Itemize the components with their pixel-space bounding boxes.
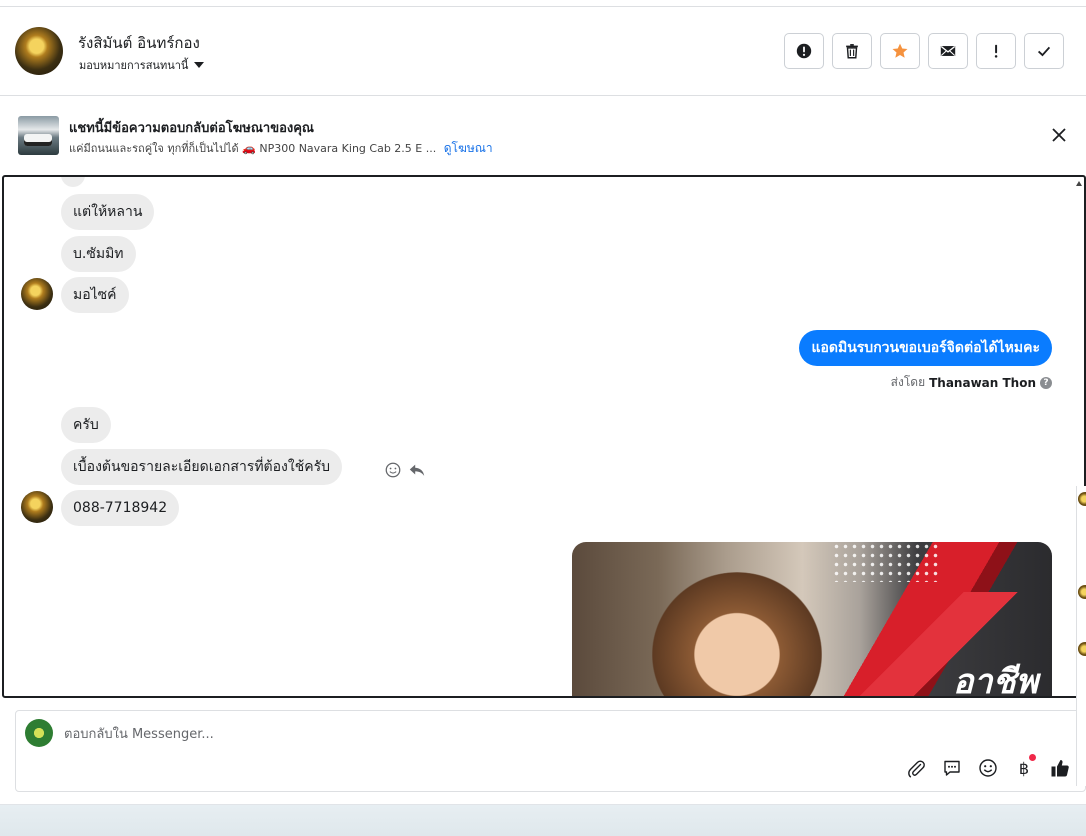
caret-down-icon [194, 62, 205, 68]
star-button[interactable] [880, 33, 920, 69]
sent-by-prefix: ส่งโดย [890, 375, 926, 389]
report-button[interactable] [784, 33, 824, 69]
incoming-message[interactable]: บ.ซัมมิท [61, 236, 136, 272]
sent-by-label: ส่งโดย Thanawan Thon ? [891, 373, 1052, 392]
ad-banner-subtitle: แค่มีถนนและรถคู่ใจ ทุกที่ก็เป็นไปได้ 🚗 N… [69, 139, 493, 158]
follow-up-button[interactable] [976, 33, 1016, 69]
window-bottom-strip [0, 804, 1086, 836]
payment-button[interactable]: ฿ [1013, 754, 1036, 779]
reply-composer: ฿ [15, 710, 1086, 792]
ad-thumbnail[interactable] [18, 116, 59, 155]
side-avatar[interactable] [1078, 492, 1086, 506]
message-hover-tools [384, 461, 426, 479]
delete-button[interactable] [832, 33, 872, 69]
like-button[interactable] [1049, 757, 1071, 779]
image-caption: อาชีพ [953, 662, 1038, 698]
reply-icon[interactable] [408, 461, 426, 479]
saved-reply-button[interactable] [941, 757, 963, 779]
emoji-icon [979, 759, 997, 777]
incoming-message[interactable]: เบื้องต้นขอรายละเอียดเอกสารที่ต้องใช้ครั… [61, 449, 342, 485]
trash-icon [846, 44, 858, 59]
sent-by-name: Thanawan Thon [929, 375, 1036, 390]
close-icon[interactable] [1050, 126, 1068, 144]
message-thread[interactable]: แต่ให้หลาน บ.ซัมมิท มอไซค์ แอดมินรบกวนขอ… [2, 175, 1086, 698]
envelope-icon [940, 45, 956, 56]
saved-reply-icon [944, 760, 960, 776]
contact-avatar-small [21, 491, 53, 523]
thumbs-up-icon [1051, 760, 1069, 777]
star-icon [892, 43, 908, 58]
assign-dropdown[interactable]: มอบหมายการสนทนานี้ [79, 56, 205, 74]
scroll-up-arrow-icon[interactable] [1076, 181, 1082, 186]
side-avatar[interactable] [1078, 585, 1086, 599]
image-dot-pattern [832, 542, 942, 582]
incoming-message[interactable]: ครับ [61, 407, 111, 443]
side-avatar[interactable] [1078, 642, 1086, 656]
image-person [652, 572, 822, 696]
contact-avatar[interactable] [15, 27, 63, 75]
contact-avatar-small [21, 278, 53, 310]
image-attachment[interactable]: อาชีพ [572, 542, 1052, 698]
incoming-message [61, 177, 85, 187]
incoming-message[interactable]: มอไซค์ [61, 277, 129, 313]
composer-tools: ฿ [905, 754, 1071, 779]
mark-unread-button[interactable] [928, 33, 968, 69]
ad-reply-banner: แชทนี้มีข้อความตอบกลับต่อโฆษณาของคุณ แค่… [0, 96, 1086, 176]
help-icon[interactable]: ? [1040, 376, 1052, 389]
incoming-message[interactable]: 088-7718942 [61, 490, 180, 526]
alert-circle-icon [796, 43, 812, 59]
conversation-header: รังสิมันต์ อินทร์กอง มอบหมายการสนทนานี้ [0, 6, 1086, 96]
assign-label: มอบหมายการสนทนานี้ [79, 59, 189, 72]
ad-banner-title: แชทนี้มีข้อความตอบกลับต่อโฆษณาของคุณ [69, 121, 314, 136]
baht-icon: ฿ [1018, 758, 1030, 778]
attach-button[interactable] [905, 757, 927, 779]
exclamation-icon [994, 44, 998, 58]
incoming-message[interactable]: แต่ให้หลาน [61, 194, 155, 230]
check-icon [1037, 46, 1051, 57]
contact-name[interactable]: รังสิมันต์ อินทร์กอง [78, 31, 200, 55]
ad-subtitle-text: แค่มีถนนและรถคู่ใจ ทุกที่ก็เป็นไปได้ 🚗 N… [69, 142, 437, 155]
notification-dot [1029, 754, 1036, 761]
mark-done-button[interactable] [1024, 33, 1064, 69]
react-emoji-icon[interactable] [384, 461, 402, 479]
paperclip-icon [908, 760, 925, 778]
page-avatar [25, 719, 53, 747]
header-actions [784, 33, 1064, 69]
side-panel-edge [1076, 486, 1086, 786]
inbox-conversation: รังสิมันต์ อินทร์กอง มอบหมายการสนทนานี้ [0, 0, 1086, 836]
outgoing-message[interactable]: แอดมินรบกวนขอเบอร์จิดต่อได้ไหมคะ [799, 330, 1052, 366]
reply-input[interactable] [64, 723, 864, 745]
emoji-button[interactable] [977, 757, 999, 779]
view-ad-link[interactable]: ดูโฆษณา [444, 141, 493, 155]
